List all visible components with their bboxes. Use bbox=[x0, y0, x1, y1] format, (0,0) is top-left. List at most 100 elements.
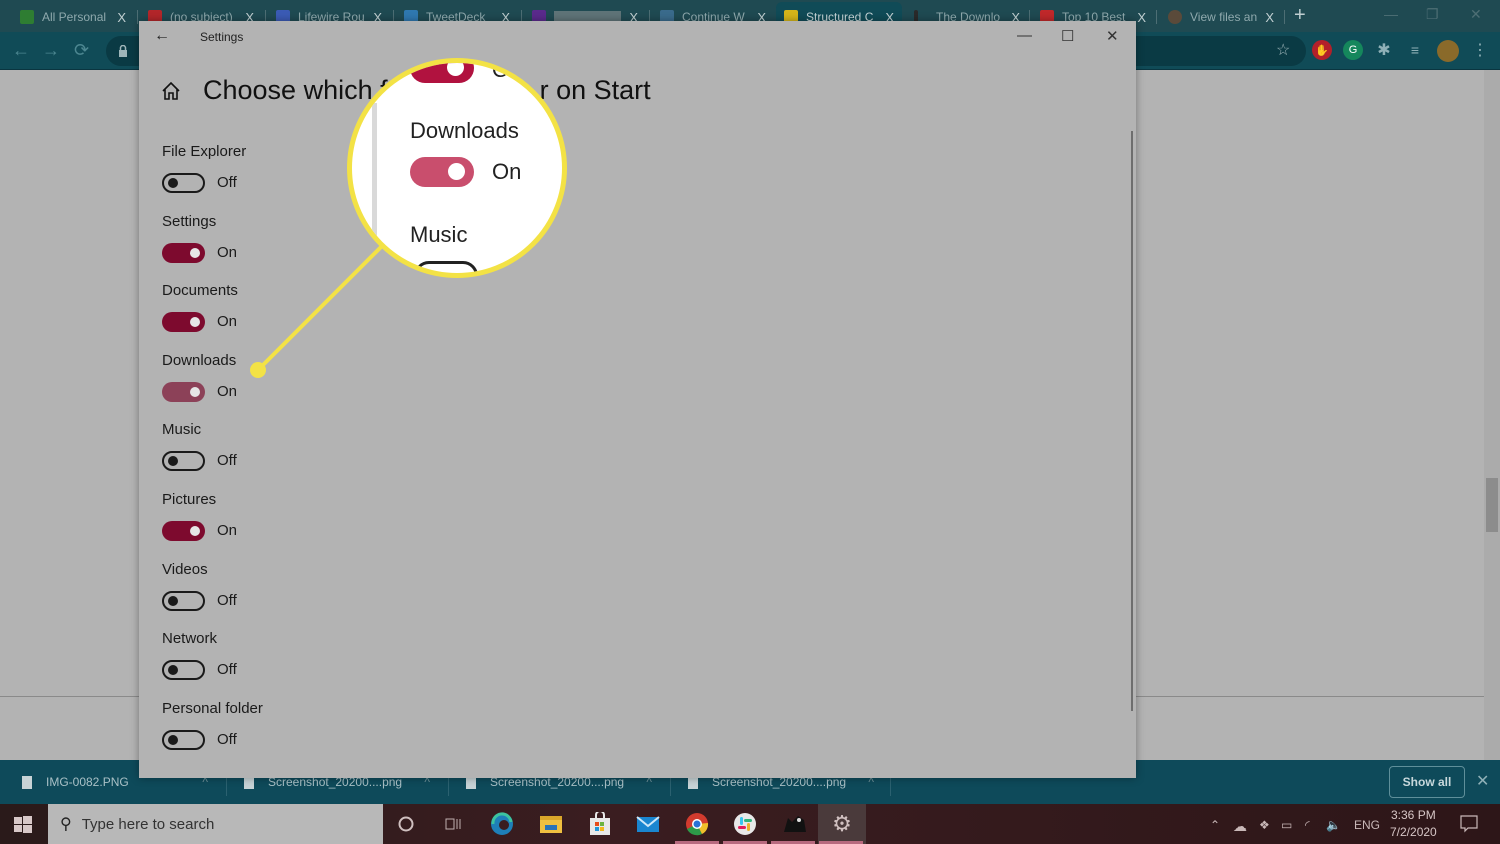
tab-title: All Personal bbox=[42, 10, 107, 24]
slack-icon[interactable] bbox=[733, 812, 757, 836]
magnified-state-downloads: On bbox=[492, 159, 522, 184]
settings-gear-icon[interactable]: ⚙ bbox=[830, 811, 854, 836]
option-music: Music Off bbox=[162, 421, 362, 481]
minimize-icon[interactable]: — bbox=[1017, 27, 1032, 44]
toggle-state-text: On bbox=[217, 243, 238, 261]
toggle-state-text: Off bbox=[217, 174, 237, 191]
onedrive-cloud-icon[interactable]: ☁ bbox=[1233, 818, 1247, 835]
toggle-network[interactable] bbox=[162, 660, 205, 681]
option-downloads: Downloads On bbox=[162, 352, 362, 412]
clock-time: 3:36 PM bbox=[1391, 808, 1436, 822]
close-downloads-bar-icon[interactable]: ✕ bbox=[1476, 771, 1489, 791]
option-label: Network bbox=[162, 630, 218, 648]
close-icon[interactable]: ✕ bbox=[1106, 27, 1119, 45]
volume-icon[interactable]: 🔈 bbox=[1326, 818, 1341, 832]
toggle-state-text: On bbox=[217, 313, 238, 331]
settings-window: ← Settings — ☐ ✕ Choose which fr on Star… bbox=[139, 21, 1136, 778]
toggle-state-text: Off bbox=[217, 452, 237, 470]
tray-chevron-up-icon[interactable]: ⌃ bbox=[1210, 818, 1220, 832]
restore-icon[interactable]: ❐ bbox=[1426, 6, 1439, 23]
grammarly-icon[interactable]: G bbox=[1343, 40, 1363, 60]
file-explorer-icon[interactable] bbox=[539, 812, 563, 836]
toggle-personal-folder[interactable] bbox=[162, 729, 205, 750]
menu-kebab-icon[interactable]: ⋮ bbox=[1470, 40, 1490, 60]
tab-close-icon[interactable]: X bbox=[117, 10, 126, 25]
magnifier-callout: O Downloads On Music bbox=[347, 58, 567, 278]
dropbox-icon[interactable]: ❖ bbox=[1259, 818, 1270, 832]
toggle-downloads[interactable] bbox=[162, 381, 205, 402]
close-window-icon[interactable]: ✕ bbox=[1470, 6, 1482, 23]
option-label: Pictures bbox=[162, 491, 217, 508]
toggle-videos[interactable] bbox=[162, 590, 205, 611]
system-clock[interactable]: 3:36 PM 7/2/2020 bbox=[1390, 807, 1437, 841]
mail-icon[interactable] bbox=[636, 812, 660, 836]
option-label: Settings bbox=[162, 212, 217, 230]
option-label: Music bbox=[162, 421, 202, 439]
magnified-label-downloads: Downloads bbox=[410, 118, 519, 143]
wifi-icon[interactable]: ◜ bbox=[1305, 818, 1310, 832]
toggle-pictures[interactable] bbox=[162, 521, 205, 541]
tab-close-icon[interactable]: X bbox=[1265, 10, 1274, 25]
toggle-knob bbox=[168, 178, 178, 188]
home-icon[interactable] bbox=[161, 81, 181, 101]
back-arrow-icon[interactable]: ← bbox=[154, 27, 170, 45]
extensions-puzzle-icon[interactable]: ✱ bbox=[1374, 40, 1394, 60]
option-file-explorer: File Explorer Off bbox=[162, 143, 362, 203]
forward-arrow-icon[interactable]: → bbox=[42, 40, 60, 61]
bookmark-star-icon[interactable]: ☆ bbox=[1276, 40, 1290, 60]
profile-avatar[interactable] bbox=[1437, 40, 1459, 62]
option-personal-folder: Personal folder Off bbox=[162, 700, 362, 760]
magnified-label-music: Music bbox=[410, 222, 468, 247]
toggle-file-explorer[interactable] bbox=[162, 173, 205, 193]
tab-title: View files an bbox=[1190, 10, 1258, 24]
media-queue-icon[interactable]: ≡ bbox=[1405, 40, 1425, 60]
toggle-knob bbox=[168, 734, 178, 745]
search-icon: ⚲ bbox=[60, 816, 72, 833]
browser-tab[interactable]: View files an X bbox=[1160, 4, 1282, 30]
adblock-icon[interactable]: ✋ bbox=[1312, 40, 1332, 60]
gimp-icon[interactable] bbox=[782, 812, 806, 836]
reload-icon[interactable]: ⟳ bbox=[74, 40, 89, 61]
toggle-knob bbox=[168, 665, 178, 676]
download-filename: IMG-0082.PNG bbox=[46, 775, 129, 789]
toggle-documents[interactable] bbox=[162, 312, 205, 333]
task-view-icon[interactable] bbox=[441, 812, 465, 836]
search-placeholder: Type here to search bbox=[81, 815, 215, 833]
browser-tab[interactable]: All Personal X bbox=[12, 4, 134, 30]
toggle-settings[interactable] bbox=[162, 242, 205, 263]
new-tab-button[interactable]: + bbox=[1294, 4, 1306, 27]
toggle-state-text: Off bbox=[217, 730, 237, 748]
edge-browser-icon[interactable] bbox=[490, 812, 514, 836]
file-icon bbox=[22, 775, 32, 789]
tab-separator bbox=[1156, 10, 1157, 24]
taskbar-search-box[interactable]: ⚲ Type here to search bbox=[48, 804, 383, 844]
page-scrollbar[interactable] bbox=[1484, 70, 1500, 760]
tab-close-icon[interactable]: X bbox=[1137, 10, 1146, 25]
toggle-state-text: Off bbox=[217, 591, 237, 609]
battery-icon[interactable]: ▭ bbox=[1281, 818, 1292, 832]
option-settings: Settings On bbox=[162, 213, 362, 273]
chrome-icon[interactable] bbox=[685, 812, 709, 836]
tab-separator bbox=[137, 10, 138, 24]
microsoft-store-icon[interactable] bbox=[588, 812, 612, 836]
input-language-indicator[interactable]: ENG bbox=[1354, 818, 1380, 832]
toggle-state-text: On bbox=[217, 522, 238, 539]
minimize-icon[interactable]: — bbox=[1384, 6, 1398, 22]
settings-scrollbar[interactable] bbox=[1131, 131, 1133, 711]
maximize-icon[interactable]: ☐ bbox=[1061, 27, 1074, 45]
action-center-icon[interactable] bbox=[1460, 815, 1478, 833]
toggle-knob bbox=[168, 456, 178, 467]
cortana-icon[interactable] bbox=[394, 812, 418, 836]
option-network: Network Off bbox=[162, 630, 362, 690]
toggle-knob bbox=[190, 247, 200, 258]
option-label: Downloads bbox=[162, 351, 237, 369]
toggle-music[interactable] bbox=[162, 451, 205, 472]
lock-icon bbox=[119, 45, 127, 57]
back-arrow-icon[interactable]: ← bbox=[12, 40, 30, 61]
option-label: File Explorer bbox=[162, 143, 247, 160]
show-all-downloads-button[interactable]: Show all bbox=[1389, 766, 1465, 798]
option-label: Personal folder bbox=[162, 699, 263, 717]
toggle-state-text: On bbox=[217, 382, 238, 400]
windows-start-icon[interactable] bbox=[14, 816, 32, 834]
page-scrollbar-thumb[interactable] bbox=[1486, 478, 1498, 532]
